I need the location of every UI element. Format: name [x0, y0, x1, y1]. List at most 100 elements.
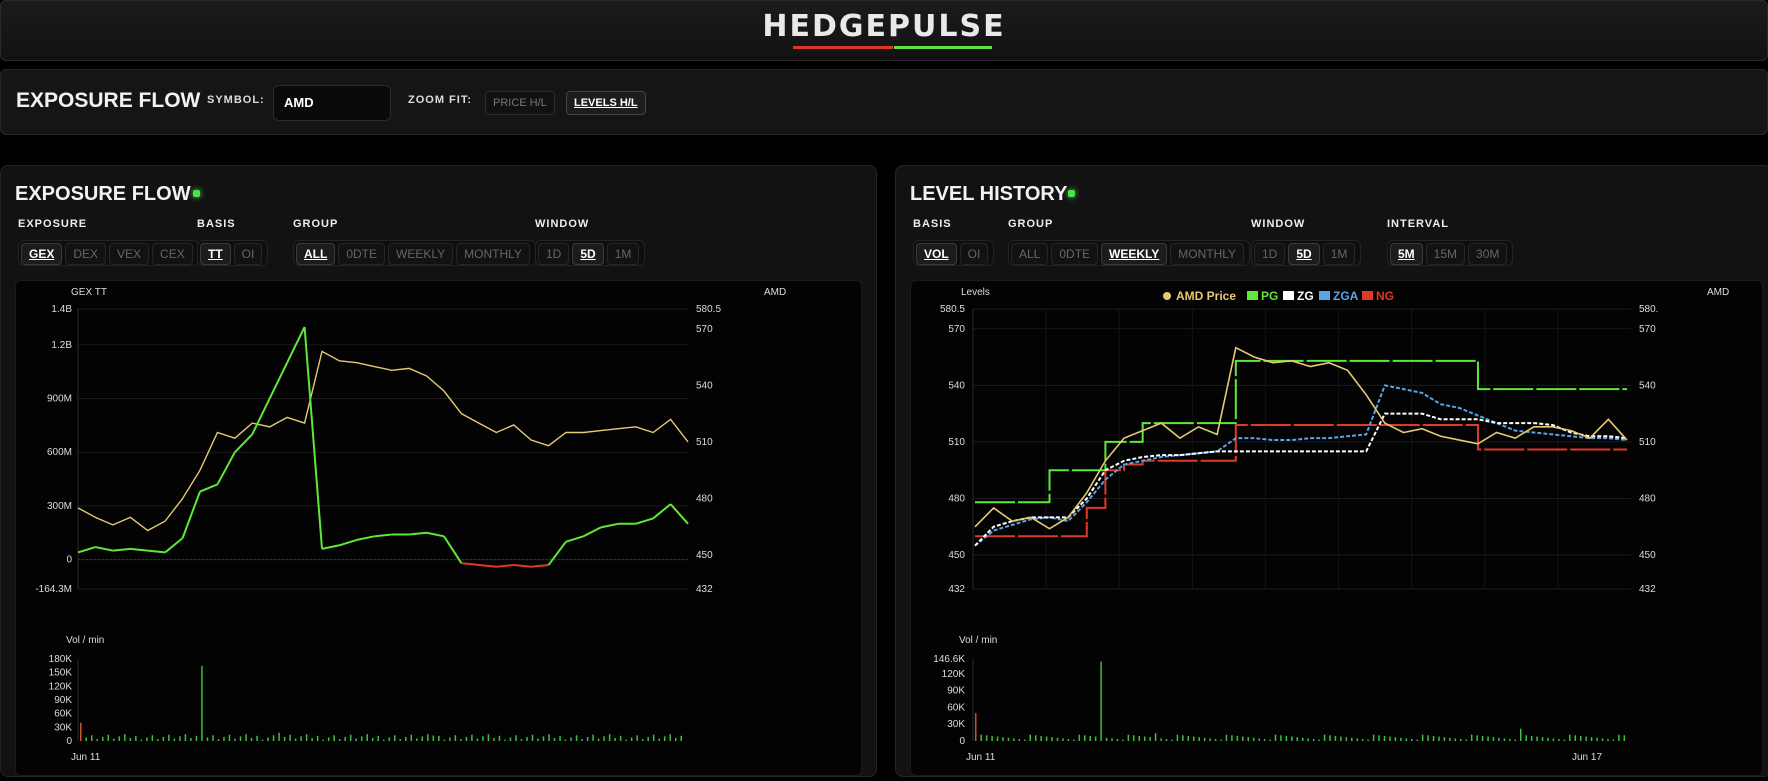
group-weekly-button[interactable]: WEEKLY — [388, 243, 454, 265]
volume-bar — [1252, 737, 1255, 741]
interval-30m-button[interactable]: 30M — [1468, 243, 1508, 265]
symbol-value: AMD — [284, 95, 314, 110]
volume-bar — [283, 736, 286, 741]
volume-bar — [1073, 739, 1075, 741]
window-1m-button[interactable]: 1M — [1322, 243, 1356, 265]
right-tick-label: 510 — [696, 437, 713, 448]
left-tick-label: 600M — [47, 447, 72, 458]
gex-positive-segment — [426, 531, 445, 538]
window-1d-button[interactable]: 1D — [538, 243, 570, 265]
exposure-cex-button[interactable]: CEX — [152, 243, 193, 265]
exposure-vex-button[interactable]: VEX — [109, 243, 150, 265]
volume-bar — [195, 735, 198, 741]
volume-bar — [1541, 737, 1544, 741]
zoom-levels-hl-button[interactable]: LEVELS H/L — [566, 91, 646, 115]
volume-bar — [985, 735, 988, 741]
window-1m-button[interactable]: 1M — [606, 243, 640, 265]
volume-bar — [294, 738, 297, 741]
gex-negative-segment — [513, 563, 532, 568]
volume-bar — [1296, 737, 1299, 741]
legend-swatch — [1319, 291, 1330, 300]
zoom-price-hl-button[interactable]: PRICE H/L — [485, 91, 555, 115]
volume-bar — [217, 739, 220, 741]
volume-bar — [201, 665, 203, 741]
volume-bar — [1285, 735, 1288, 741]
volume-bar — [1198, 737, 1200, 741]
exposure-dex-button[interactable]: DEX — [65, 243, 107, 265]
volume-bar — [1154, 733, 1157, 741]
level-chart-area[interactable]: Levels AMD Vol / min Jun 11 Jun 17 580.5… — [910, 280, 1763, 776]
volume-bar — [647, 736, 649, 741]
gex-positive-segment — [600, 522, 619, 529]
volume-bar — [526, 736, 528, 741]
basis-group-label: BASIS — [913, 218, 952, 230]
volume-bar — [1378, 735, 1380, 741]
volume-bar — [1034, 735, 1037, 741]
volume-bar — [542, 736, 545, 741]
group-all-button[interactable]: ALL — [296, 243, 336, 265]
volume-bar — [349, 734, 352, 741]
right-tick-label: 570 — [696, 324, 713, 335]
right-tick-label: 480 — [1639, 493, 1656, 504]
window-selector: 1D 5D 1M — [1251, 240, 1362, 266]
group-weekly-button[interactable]: WEEKLY — [1101, 243, 1168, 265]
volume-bar — [206, 737, 209, 741]
volume-bar — [399, 739, 402, 741]
group-0dte-button[interactable]: 0DTE — [338, 243, 386, 265]
volume-bar — [135, 735, 137, 741]
volume-bar — [575, 735, 578, 741]
volume-bar — [1427, 735, 1429, 741]
exposure-gex-button[interactable]: GEX — [21, 243, 63, 265]
volume-bar — [1269, 739, 1271, 741]
basis-tt-button[interactable]: TT — [200, 243, 231, 265]
volume-bar — [1449, 737, 1451, 741]
volume-bar — [1193, 736, 1195, 741]
basis-oi-button[interactable]: OI — [233, 243, 263, 265]
volume-bar — [1307, 738, 1309, 741]
volume-bar — [1024, 739, 1026, 741]
volume-bar — [1356, 738, 1358, 741]
gex-positive-segment — [112, 547, 131, 552]
group-monthly-button[interactable]: MONTHLY — [1170, 243, 1245, 265]
window-5d-button[interactable]: 5D — [1288, 243, 1320, 265]
group-all-button[interactable]: ALL — [1011, 243, 1049, 265]
left-tick-label: 432 — [948, 584, 965, 595]
basis-vol-button[interactable]: VOL — [916, 243, 957, 265]
gex-positive-segment — [635, 517, 654, 525]
volume-bar — [333, 735, 335, 741]
volume-bar — [625, 739, 627, 741]
volume-bar — [980, 734, 982, 741]
volume-bar — [168, 734, 170, 741]
volume-bar — [636, 735, 638, 741]
volume-bar — [1525, 735, 1527, 741]
symbol-input[interactable]: AMD — [273, 85, 391, 121]
legend-swatch — [1247, 291, 1258, 300]
volume-bar — [305, 734, 308, 741]
exposure-chart-area[interactable]: GEX TT AMD Vol / min Jun 11 1.4B 1.2B 900M… — [15, 280, 862, 776]
window-5d-button[interactable]: 5D — [572, 243, 604, 265]
left-tick-label: 900M — [47, 393, 72, 404]
volume-bar — [1574, 735, 1576, 741]
volume-bar — [1547, 737, 1549, 741]
volume-bar — [1596, 737, 1598, 741]
gex-positive-segment — [181, 491, 201, 539]
window-1d-button[interactable]: 1D — [1254, 243, 1286, 265]
volume-bar — [460, 739, 462, 741]
interval-15m-button[interactable]: 15M — [1425, 243, 1466, 265]
volume-bar — [1231, 735, 1233, 741]
group-0dte-button[interactable]: 0DTE — [1051, 243, 1099, 265]
basis-oi-button[interactable]: OI — [959, 243, 989, 265]
left-tick-label: 1.4B — [51, 304, 72, 315]
group-monthly-button[interactable]: MONTHLY — [456, 243, 530, 265]
left-tick-label: 570 — [948, 324, 965, 335]
volume-bar — [570, 737, 572, 741]
volume-bar — [1084, 735, 1086, 741]
logo-underline-green — [894, 46, 992, 49]
toolbar-title: EXPOSURE FLOW — [16, 89, 201, 112]
volume-bar — [674, 737, 677, 741]
volume-bar — [1182, 735, 1184, 741]
gex-positive-segment — [164, 537, 184, 554]
interval-5m-button[interactable]: 5M — [1390, 243, 1423, 265]
volume-bar — [603, 736, 605, 741]
volume-bar — [1203, 737, 1206, 741]
